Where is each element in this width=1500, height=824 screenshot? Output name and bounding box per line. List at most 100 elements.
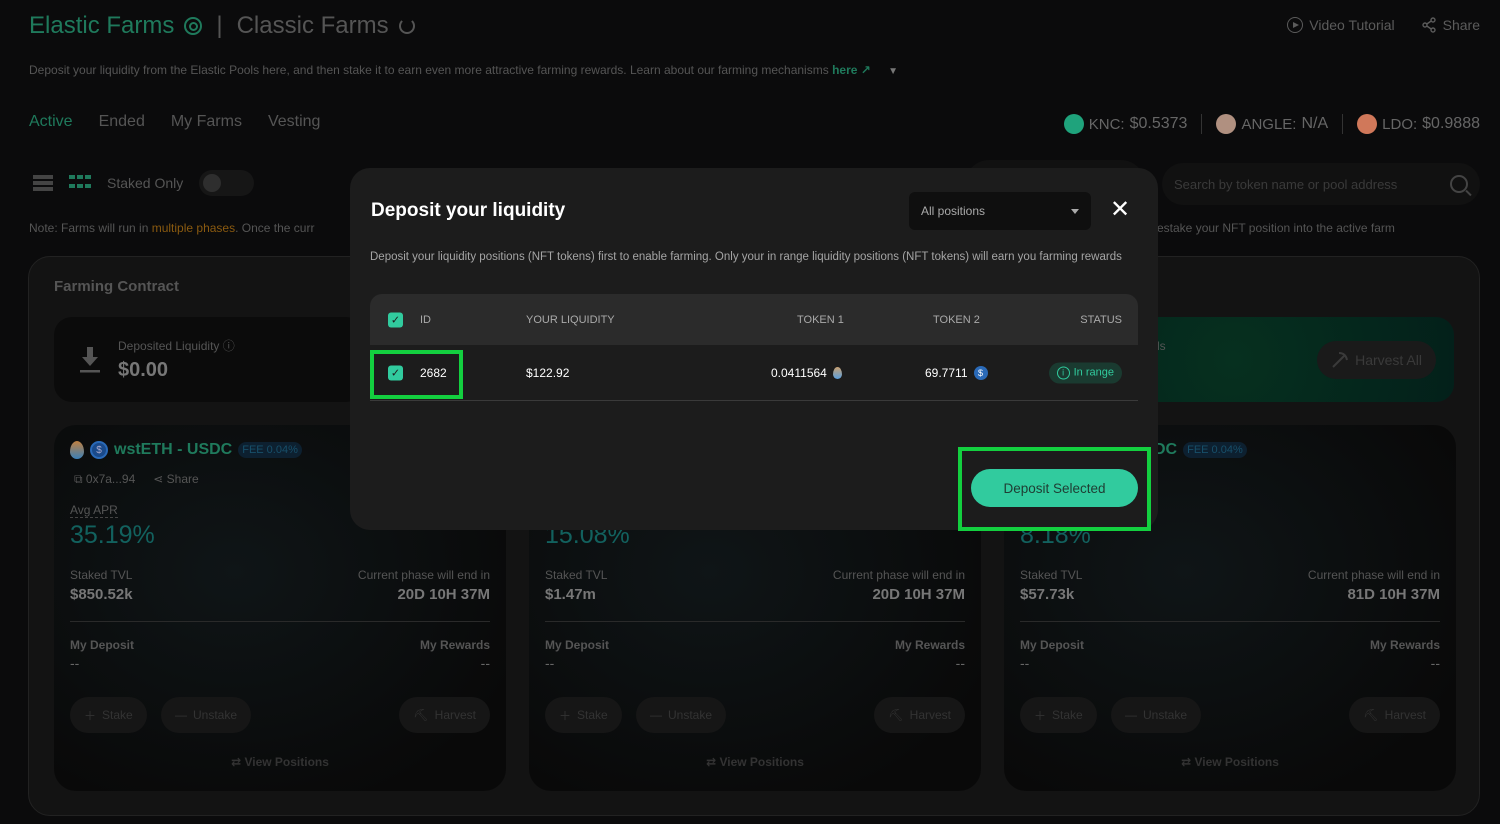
select-all-checkbox[interactable]: ✓ <box>388 312 403 327</box>
token1-amount: 0.0411564 <box>771 365 827 380</box>
close-icon[interactable]: ✕ <box>1110 198 1130 222</box>
price-angle: ANGLE: N/A <box>1216 114 1328 134</box>
knc-coin-icon <box>1063 114 1084 134</box>
elastic-farms-title[interactable]: Elastic Farms <box>29 12 174 40</box>
harvest-button[interactable]: ⛏ Harvest <box>874 697 965 733</box>
rewards-box: rds Harvest All <box>1139 317 1454 402</box>
farm-address-row: ⧉ 0x7a...94 ⋖ Share <box>74 472 199 487</box>
wsteth-token-icon <box>832 366 842 379</box>
classic-icon <box>398 18 415 34</box>
panel-title: Farming Contract <box>54 278 180 295</box>
multiple-phases-link[interactable]: multiple phases <box>152 221 235 235</box>
harvest-button[interactable]: ⛏ Harvest <box>1349 697 1440 733</box>
positions-filter-select[interactable]: All positions <box>909 192 1091 230</box>
wsteth-coin-icon <box>70 441 84 459</box>
farm-pair: $ wstETH - USDC FEE 0.04% <box>70 441 302 459</box>
row-checkbox[interactable]: ✓ <box>388 365 403 380</box>
apr-value: 35.19% <box>70 521 155 549</box>
page-subtitle: Deposit your liquidity from the Elastic … <box>29 63 898 77</box>
stake-button[interactable]: ＋ Stake <box>545 697 622 733</box>
address-text: 0x7a...94 <box>85 472 136 486</box>
share-text: Share <box>166 472 199 486</box>
phase-value: 20D 10H 37M <box>872 586 965 603</box>
harvest-button[interactable]: ⛏ Harvest <box>399 697 490 733</box>
tab-my-farms[interactable]: My Farms <box>171 113 242 131</box>
price-symbol: LDO: <box>1382 115 1418 133</box>
price-value: N/A <box>1301 115 1329 132</box>
phase-label: Current phase will end in <box>357 568 490 582</box>
view-positions-link[interactable]: ⇄ View Positions <box>529 755 981 769</box>
price-symbol: ANGLE: <box>1241 115 1297 133</box>
status-badge: i In range <box>1048 362 1122 383</box>
fee-badge: FEE 0.04% <box>238 442 302 458</box>
modal-title: Deposit your liquidity <box>371 200 566 221</box>
view-positions-label: View Positions <box>719 755 804 769</box>
pickaxe-icon <box>1332 352 1349 368</box>
divider <box>1201 114 1203 134</box>
view-positions-link[interactable]: ⇄ View Positions <box>1004 755 1456 769</box>
col-token1: TOKEN 1 <box>797 313 844 326</box>
staked-only-toggle[interactable] <box>199 170 255 196</box>
tab-active[interactable]: Active <box>29 113 73 131</box>
usdc-coin-icon: $ <box>90 441 108 459</box>
apr-label: Avg APR <box>70 503 118 518</box>
video-tutorial-label: Video Tutorial <box>1309 17 1395 33</box>
divider <box>1020 621 1440 622</box>
search-icon[interactable] <box>1450 175 1468 193</box>
search-input[interactable]: Search by token name or pool address <box>1174 177 1397 192</box>
usdc-token-icon: $ <box>973 365 988 380</box>
search-box[interactable]: Search by token name or pool address <box>1162 163 1480 205</box>
tvl-value: $850.52k <box>70 586 133 603</box>
price-ldo: LDO: $0.9888 <box>1357 114 1480 134</box>
tvl-value: $57.73k <box>1020 586 1075 603</box>
harvest-all-button[interactable]: Harvest All <box>1317 341 1436 379</box>
deposit-selected-button[interactable]: Deposit Selected <box>971 469 1138 507</box>
unstake-button[interactable]: — Unstake <box>636 697 727 733</box>
price-knc: KNC: $0.5373 <box>1063 114 1187 134</box>
price-symbol: KNC: <box>1088 115 1125 133</box>
top-links: Video Tutorial Share <box>1287 17 1480 33</box>
tab-vesting[interactable]: Vesting <box>268 113 320 131</box>
download-icon <box>80 347 100 373</box>
col-token2: TOKEN 2 <box>933 313 980 326</box>
pair-name[interactable]: wstETH - USDC <box>114 441 232 459</box>
check-icon: ✓ <box>388 312 403 327</box>
grid-view-icon[interactable] <box>69 175 91 191</box>
divider <box>545 621 965 622</box>
unstake-button[interactable]: — Unstake <box>1111 697 1202 733</box>
copy-address[interactable]: ⧉ 0x7a...94 <box>74 472 135 487</box>
token2-amount: 69.7711 <box>925 365 968 380</box>
share-farm[interactable]: ⋖ Share <box>153 472 198 487</box>
harvest-all-label: Harvest All <box>1355 352 1422 368</box>
unstake-button[interactable]: — Unstake <box>161 697 252 733</box>
tvl-label: Staked TVL <box>70 568 133 582</box>
chevron-down-icon <box>1071 208 1079 214</box>
page-header: Elastic Farms | Classic Farms <box>29 12 415 40</box>
filter-value: All positions <box>921 204 986 218</box>
tvl-label: Staked TVL <box>545 568 608 582</box>
harvest-label: Harvest <box>909 708 951 722</box>
phase-value: 81D 10H 37M <box>1347 586 1440 603</box>
tab-ended[interactable]: Ended <box>99 113 145 131</box>
share-link[interactable]: Share <box>1421 17 1480 33</box>
video-tutorial-link[interactable]: Video Tutorial <box>1287 17 1395 33</box>
view-positions-link[interactable]: ⇄ View Positions <box>54 755 506 769</box>
fee-badge: FEE 0.04% <box>1183 442 1247 458</box>
table-header: ✓ ID YOUR LIQUIDITY TOKEN 1 TOKEN 2 STAT… <box>370 294 1138 345</box>
harvest-label: Harvest <box>1384 708 1426 722</box>
view-toolbar: Staked Only <box>33 170 255 196</box>
divider <box>70 621 490 622</box>
stake-label: Stake <box>102 708 133 722</box>
learn-more-link[interactable]: here ↗ <box>832 63 871 77</box>
expand-caret-icon[interactable]: ▼ <box>888 66 898 77</box>
position-id: 2682 <box>420 365 447 380</box>
stake-button[interactable]: ＋ Stake <box>70 697 147 733</box>
my-rewards-label: My Rewards <box>1369 638 1440 652</box>
list-view-icon[interactable] <box>33 175 53 191</box>
phase-value: 20D 10H 37M <box>397 586 490 603</box>
stake-button[interactable]: ＋ Stake <box>1020 697 1097 733</box>
view-positions-label: View Positions <box>244 755 329 769</box>
classic-farms-title[interactable]: Classic Farms <box>237 12 389 40</box>
col-id: ID <box>420 313 431 326</box>
my-rewards-value: -- <box>1430 655 1440 671</box>
